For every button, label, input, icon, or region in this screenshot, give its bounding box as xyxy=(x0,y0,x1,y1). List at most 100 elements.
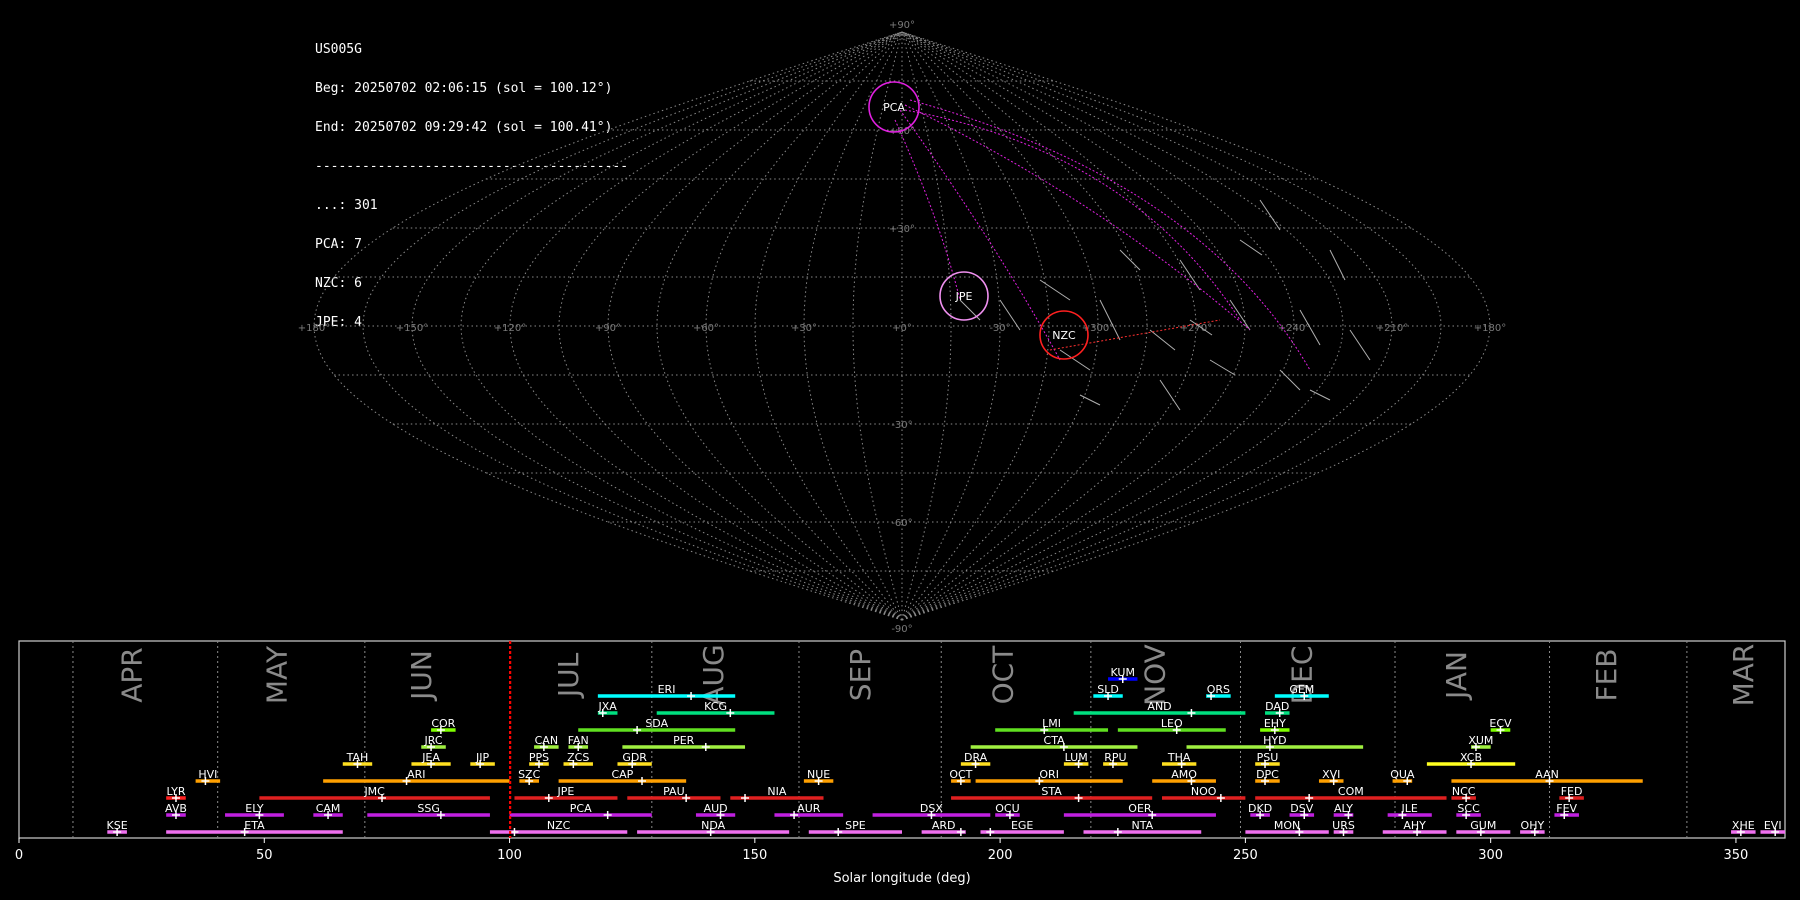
shower-label: AHY xyxy=(1403,819,1426,832)
shower-label: GDR xyxy=(622,751,647,764)
shower-label: NZC xyxy=(547,819,571,832)
shower-label: RPU xyxy=(1104,751,1126,764)
shower-label: NCC xyxy=(1452,785,1476,798)
shower-label: GUM xyxy=(1470,819,1496,832)
shower-label: OCT xyxy=(949,768,972,781)
shower-label: SPE xyxy=(845,819,866,832)
shower-label: EVI xyxy=(1764,819,1782,832)
shower-label: JIP xyxy=(475,751,489,764)
month-label: OCT xyxy=(986,645,1019,705)
x-tick-label: 100 xyxy=(497,848,522,863)
shower-label: PER xyxy=(673,734,695,747)
shower-label: ECV xyxy=(1489,717,1512,730)
shower-label: CAN xyxy=(535,734,558,747)
shower-label: JEA xyxy=(421,751,440,764)
month-label: MAY xyxy=(260,645,293,704)
shower-label: ORS xyxy=(1207,683,1230,696)
shower-label: CTA xyxy=(1044,734,1066,747)
shower-label: FED xyxy=(1561,785,1583,798)
x-tick-label: 0 xyxy=(15,848,23,863)
shower-label: XHE xyxy=(1732,819,1755,832)
shower-label: ELY xyxy=(245,802,264,815)
shower-label: STA xyxy=(1041,785,1062,798)
month-label: JUL xyxy=(552,652,585,699)
month-label: FEB xyxy=(1590,648,1623,701)
shower-timeline: APR MAY JUN JUL AUG SEP OCT NOV DEC JAN FEB MARKUME… xyxy=(15,640,1786,886)
shower-label: PSU xyxy=(1257,751,1279,764)
shower-label: SZC xyxy=(518,768,541,781)
shower-label: NOO xyxy=(1191,785,1217,798)
shower-label: ZCS xyxy=(567,751,589,764)
shower-label: AVB xyxy=(165,802,187,815)
shower-label: FAN xyxy=(568,734,589,747)
shower-label: OER xyxy=(1128,802,1152,815)
shower-label: ILE xyxy=(1402,802,1418,815)
shower-label: NUE xyxy=(807,768,830,781)
month-label: MAR xyxy=(1727,644,1760,707)
x-tick-label: 50 xyxy=(256,848,273,863)
shower-label: TAH xyxy=(346,751,369,764)
shower-label: KSE xyxy=(107,819,128,832)
shower-label: NDA xyxy=(701,819,726,832)
x-tick-label: 300 xyxy=(1478,848,1503,863)
x-tick-label: 150 xyxy=(742,848,767,863)
shower-label: KCG xyxy=(704,700,727,713)
month-label: SEP xyxy=(844,649,877,701)
shower-label: HVI xyxy=(198,768,217,781)
shower-label: COM xyxy=(1338,785,1364,798)
shower-label: ERI xyxy=(658,683,676,696)
x-tick-label: 350 xyxy=(1724,848,1749,863)
shower-label: SSG xyxy=(417,802,440,815)
shower-label: EGE xyxy=(1011,819,1033,832)
shower-label: ALY xyxy=(1334,802,1353,815)
shower-label: DRA xyxy=(964,751,988,764)
shower-label: SCC xyxy=(1457,802,1480,815)
shower-label: XUM xyxy=(1468,734,1493,747)
shower-label: LYR xyxy=(166,785,185,798)
shower-label: CAM xyxy=(316,802,341,815)
shower-label: JMC xyxy=(363,785,385,798)
shower-label: COR xyxy=(431,717,455,730)
shower-label: DAD xyxy=(1265,700,1289,713)
month-label: APR xyxy=(116,647,149,703)
shower-label: LUM xyxy=(1065,751,1088,764)
x-axis-label: Solar longitude (deg) xyxy=(833,871,970,886)
shower-label: AUR xyxy=(797,802,821,815)
shower-label: THA xyxy=(1167,751,1191,764)
shower-label: JRC xyxy=(424,734,443,747)
shower-label: SLD xyxy=(1097,683,1119,696)
shower-label: QUA xyxy=(1390,768,1415,781)
shower-label: JPE xyxy=(557,785,575,798)
shower-label: JXA xyxy=(598,700,618,713)
shower-label: LMI xyxy=(1042,717,1061,730)
x-tick-label: 200 xyxy=(988,848,1013,863)
shower-label: KUM xyxy=(1111,666,1135,679)
shower-label: OCU xyxy=(995,802,1019,815)
shower-label: GEM xyxy=(1289,683,1314,696)
shower-label: CAP xyxy=(611,768,633,781)
shower-label: XCB xyxy=(1460,751,1482,764)
shower-label: ETA xyxy=(244,819,265,832)
shower-label: PCA xyxy=(570,802,592,815)
shower-label: NTA xyxy=(1132,819,1154,832)
shower-label: NIA xyxy=(767,785,786,798)
shower-label: HYD xyxy=(1263,734,1286,747)
shower-label: EHY xyxy=(1264,717,1286,730)
shower-label: ARI xyxy=(407,768,425,781)
shower-label: AMO xyxy=(1171,768,1197,781)
x-tick-label: 250 xyxy=(1233,848,1258,863)
shower-label: OHY xyxy=(1521,819,1545,832)
shower-label: FEV xyxy=(1556,802,1577,815)
shower-label: DKD xyxy=(1248,802,1272,815)
shower-label: DSV xyxy=(1290,802,1313,815)
month-label: JUN xyxy=(405,650,438,702)
shower-label: ORI xyxy=(1039,768,1059,781)
shower-label: PAU xyxy=(663,785,685,798)
shower-label: AAN xyxy=(1535,768,1559,781)
shower-label: MON xyxy=(1274,819,1300,832)
month-label: JAN xyxy=(1440,651,1473,701)
shower-label: ARD xyxy=(932,819,956,832)
shower-label: AND xyxy=(1147,700,1171,713)
month-label: NOV xyxy=(1138,644,1171,706)
shower-label: DSX xyxy=(920,802,943,815)
